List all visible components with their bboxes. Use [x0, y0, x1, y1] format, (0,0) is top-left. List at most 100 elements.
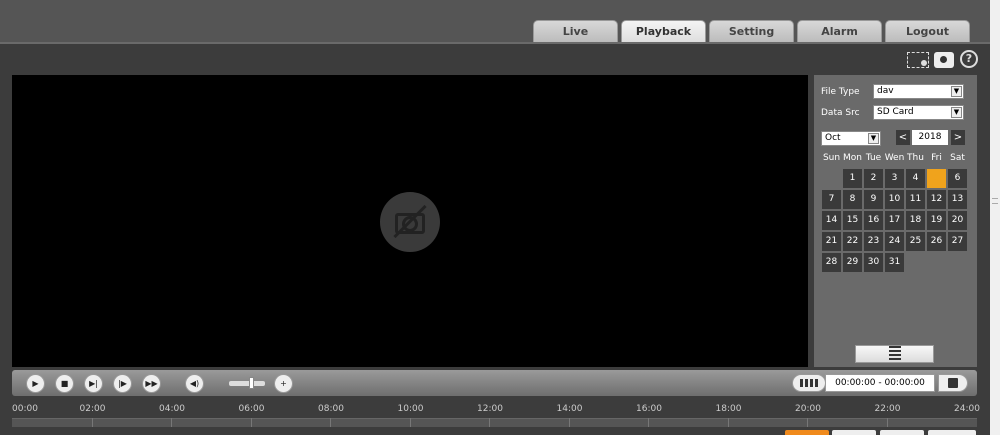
file-type-select[interactable]: dav ▼: [873, 84, 964, 99]
calendar-day[interactable]: 13: [948, 190, 967, 209]
year-value[interactable]: 2018: [912, 130, 948, 145]
tab-setting[interactable]: Setting: [709, 20, 794, 42]
weekday-label: Wen: [884, 153, 905, 163]
timeline-tick-label: 18:00: [715, 404, 742, 414]
timeline[interactable]: 00:00 02:00 04:00 06:00 08:00 10:00 12:00 14:00…: [0, 398, 980, 435]
calendar-day[interactable]: 9: [864, 190, 883, 209]
weekday-label: Tue: [865, 153, 882, 163]
calendar-day[interactable]: 8: [843, 190, 862, 209]
timeline-separator: [727, 418, 729, 427]
calendar-day[interactable]: 11: [906, 190, 925, 209]
timeline-separator: [91, 418, 93, 427]
tab-alarm[interactable]: Alarm: [797, 20, 882, 42]
calendar: Sun Mon Tue Wen Thu Fri Sat 1 2 3 4 5 6 7 8 9 10 11 12 13 1…: [821, 153, 971, 273]
fast-forward-icon: ▶▶: [145, 379, 158, 388]
top-bar: Live Playback Setting Alarm Logout: [0, 0, 990, 44]
slow-play-button[interactable]: |▶: [113, 374, 132, 393]
calendar-day[interactable]: 29: [843, 253, 862, 272]
video-display[interactable]: [12, 75, 808, 367]
calendar-day[interactable]: 2: [864, 169, 883, 188]
weekday-label: Fri: [931, 153, 942, 163]
tab-playback[interactable]: Playback: [621, 20, 706, 42]
save-clip-button[interactable]: [938, 374, 968, 392]
stop-button[interactable]: ■: [55, 374, 74, 393]
timeline-tick-label: 14:00: [556, 404, 583, 414]
calendar-day[interactable]: 31: [885, 253, 904, 272]
data-src-label: Data Src: [821, 107, 860, 118]
timeline-separator: [250, 418, 252, 427]
calendar-day[interactable]: 22: [843, 232, 862, 251]
next-year-button[interactable]: >: [951, 130, 965, 145]
calendar-day[interactable]: 14: [822, 211, 841, 230]
next-frame-icon: ▶|: [89, 379, 98, 388]
playback-controls: ▶ ■ ▶| |▶ ▶▶ ◀) + 00:00:00 - 00:00:00: [12, 370, 977, 396]
calendar-day[interactable]: 17: [885, 211, 904, 230]
page-scrollbar[interactable]: [990, 0, 1000, 435]
clip-button[interactable]: [792, 374, 826, 392]
calendar-days: 1 2 3 4 5 6 7 8 9 10 11 12 13 14 15 16 17 18 19 20 21 22 23 24 2…: [821, 168, 971, 273]
month-select[interactable]: Oct ▼: [821, 131, 881, 146]
search-panel: File Type dav ▼ Data Src SD Card ▼ Oct ▼…: [814, 75, 977, 367]
region-zoom-icon[interactable]: [907, 52, 929, 68]
calendar-blank: [822, 169, 841, 188]
calendar-day[interactable]: 15: [843, 211, 862, 230]
scrollbar-grip[interactable]: [992, 198, 998, 204]
calendar-day[interactable]: 18: [906, 211, 925, 230]
calendar-day[interactable]: 26: [927, 232, 946, 251]
volume-slider[interactable]: [229, 381, 265, 386]
calendar-day[interactable]: 20: [948, 211, 967, 230]
calendar-day[interactable]: 7: [822, 190, 841, 209]
play-button[interactable]: ▶: [26, 374, 45, 393]
stop-icon: ■: [60, 379, 69, 388]
record-type-legend: [832, 430, 876, 435]
help-icon[interactable]: ?: [960, 50, 978, 68]
tab-logout[interactable]: Logout: [885, 20, 970, 42]
calendar-day[interactable]: 12: [927, 190, 946, 209]
digital-zoom-button[interactable]: +: [274, 374, 293, 393]
speaker-icon: ◀): [189, 379, 200, 388]
calendar-day[interactable]: 23: [864, 232, 883, 251]
play-icon: ▶: [32, 379, 39, 388]
snapshot-icon[interactable]: [934, 52, 954, 68]
file-list-button[interactable]: [855, 345, 934, 363]
record-type-legend: [880, 430, 924, 435]
calendar-day[interactable]: 27: [948, 232, 967, 251]
calendar-day[interactable]: 28: [822, 253, 841, 272]
chevron-down-icon: ▼: [868, 133, 879, 144]
calendar-day[interactable]: 3: [885, 169, 904, 188]
calendar-day[interactable]: 10: [885, 190, 904, 209]
tab-live[interactable]: Live: [533, 20, 618, 42]
calendar-day[interactable]: 21: [822, 232, 841, 251]
calendar-day[interactable]: 16: [864, 211, 883, 230]
calendar-day[interactable]: 24: [885, 232, 904, 251]
calendar-day[interactable]: 4: [906, 169, 925, 188]
volume-slider-handle[interactable]: [249, 377, 254, 389]
fast-play-button[interactable]: ▶▶: [142, 374, 161, 393]
record-type-legend: [928, 430, 976, 435]
timeline-separator: [568, 418, 570, 427]
timeline-separator: [807, 418, 808, 427]
timeline-separator: [330, 418, 331, 427]
timeline-track[interactable]: [12, 418, 977, 427]
prev-year-button[interactable]: <: [896, 130, 910, 145]
calendar-day[interactable]: 1: [843, 169, 862, 188]
calendar-day[interactable]: 5: [927, 169, 946, 188]
data-src-select[interactable]: SD Card ▼: [873, 105, 964, 120]
calendar-day[interactable]: 30: [864, 253, 883, 272]
timeline-tick-label: 00:00: [12, 404, 38, 414]
next-frame-button[interactable]: ▶|: [84, 374, 103, 393]
data-src-row: Data Src SD Card ▼: [821, 105, 964, 120]
timeline-tick-label: 16:00: [636, 404, 662, 414]
playback-page: Live Playback Setting Alarm Logout ? Fil…: [0, 0, 1000, 435]
record-type-legend: [785, 430, 829, 435]
timeline-tick-label: 02:00: [79, 404, 106, 414]
timeline-tick-label: 08:00: [318, 404, 344, 414]
timeline-separator: [171, 418, 172, 427]
calendar-day[interactable]: 19: [927, 211, 946, 230]
calendar-day[interactable]: 25: [906, 232, 925, 251]
calendar-day[interactable]: 6: [948, 169, 967, 188]
volume-button[interactable]: ◀): [185, 374, 204, 393]
timeline-tick-label: 24:00: [954, 404, 980, 414]
data-src-value: SD Card: [877, 107, 914, 117]
chevron-down-icon: ▼: [951, 107, 962, 118]
